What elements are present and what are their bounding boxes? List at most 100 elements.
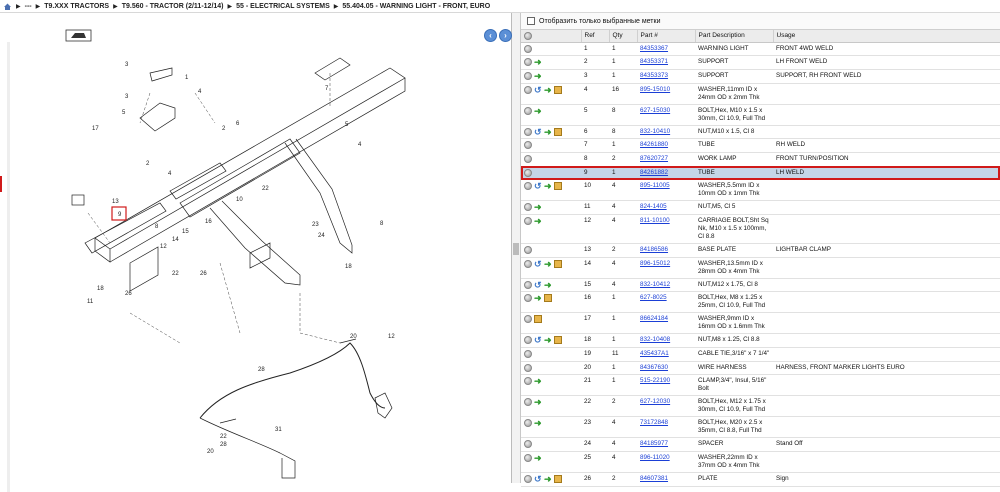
table-row[interactable]: ➜ 12 4 811-10100 CARRIAGE BOLT,Sht Sq Nk, M1… [521, 214, 1000, 244]
table-row[interactable]: ↺ ➜ 10 4 895-11005 WASHER,5.5mm ID x 10mm OD … [521, 179, 1000, 202]
part-number-link[interactable]: 832-10412 [640, 281, 670, 288]
diagram-scrollbar[interactable] [7, 42, 10, 492]
select-circle-icon[interactable] [524, 127, 532, 136]
add-to-cart-arrow-icon[interactable]: ➜ [534, 453, 542, 462]
add-to-cart-arrow-icon[interactable]: ➜ [544, 85, 552, 94]
select-circle-icon[interactable] [524, 315, 532, 324]
part-number-link[interactable]: 896-11020 [640, 454, 670, 461]
part-number-link[interactable]: 895-15010 [640, 86, 670, 93]
part-number-link[interactable]: 896-15012 [640, 260, 670, 267]
part-number-link[interactable]: 86624184 [640, 315, 668, 322]
part-number-link[interactable]: 84353371 [640, 58, 668, 65]
part-number-link[interactable]: 84353367 [640, 45, 668, 52]
select-circle-icon[interactable] [524, 71, 532, 80]
part-number-link[interactable]: 627-15030 [640, 107, 670, 114]
part-number-link[interactable]: 84607381 [640, 475, 668, 482]
select-circle-icon[interactable] [524, 259, 532, 268]
table-row[interactable]: ↺ ➜ 15 4 832-10412 NUT,M12 x 1.75, Cl 8 [521, 278, 1000, 293]
home-icon[interactable] [3, 2, 12, 11]
add-to-cart-arrow-icon[interactable]: ➜ [544, 127, 552, 136]
add-to-cart-arrow-icon[interactable]: ➜ [534, 419, 542, 428]
package-icon[interactable] [554, 259, 562, 268]
select-circle-icon[interactable] [524, 363, 532, 372]
part-number-link[interactable]: 895-11005 [640, 182, 670, 189]
part-number-link[interactable]: 811-10100 [640, 217, 670, 224]
add-to-cart-arrow-icon[interactable]: ➜ [544, 336, 552, 345]
table-row[interactable]: ➜ 3 1 84353373 SUPPORT SUPPORT, RH FRONT WELD [521, 69, 1000, 84]
table-row[interactable]: 1 1 84353367 WARNING LIGHT FRONT 4WD WELD [521, 42, 1000, 57]
add-to-cart-arrow-icon[interactable]: ➜ [534, 294, 542, 303]
circle-icon[interactable] [524, 31, 532, 40]
table-row[interactable]: ➜ 23 4 73172848 BOLT,Hex, M20 x 2.5 x 35mm, … [521, 416, 1000, 439]
package-icon[interactable] [554, 85, 562, 94]
add-to-cart-arrow-icon[interactable]: ➜ [534, 377, 542, 386]
table-row[interactable]: ➜ 22 2 627-12030 BOLT,Hex, M12 x 1.75 x 30mm… [521, 395, 1000, 418]
table-row[interactable]: ↺ ➜ 18 1 832-10408 NUT,M8 x 1.25, Cl 8.8 [521, 333, 1000, 348]
table-row[interactable]: ↺ ➜ 6 8 832-10410 NUT,M10 x 1.5, Cl 8 [521, 125, 1000, 140]
table-row[interactable]: ↺ ➜ 14 4 896-15012 WASHER,13.5mm ID x 28mm OD… [521, 257, 1000, 279]
select-circle-icon[interactable] [524, 453, 532, 462]
select-circle-icon[interactable] [524, 440, 532, 449]
select-circle-icon[interactable] [524, 168, 532, 177]
part-number-link[interactable]: 627-12030 [640, 398, 670, 405]
table-row[interactable]: ➜ 5 8 627-15030 BOLT,Hex, M10 x 1.5 x 30mm, … [521, 104, 1000, 126]
header-usage[interactable]: Usage [773, 30, 1000, 43]
part-number-link[interactable]: 84261880 [640, 141, 668, 148]
select-circle-icon[interactable] [524, 349, 532, 358]
add-to-cart-arrow-icon[interactable]: ➜ [544, 474, 552, 483]
add-to-cart-arrow-icon[interactable]: ➜ [534, 58, 542, 67]
replacement-icon[interactable]: ↺ [534, 259, 542, 268]
part-number-link[interactable]: 627-8025 [640, 294, 667, 301]
select-circle-icon[interactable] [524, 106, 532, 115]
add-to-cart-arrow-icon[interactable]: ➜ [544, 259, 552, 268]
table-row[interactable]: 13 2 84186586 BASE PLATE LIGHTBAR CLAMP [521, 243, 1000, 258]
breadcrumb-item-system[interactable]: 55 - ELECTRICAL SYSTEMS [236, 3, 330, 10]
add-to-cart-arrow-icon[interactable]: ➜ [534, 106, 542, 115]
table-row[interactable]: 20 1 84367630 WIRE HARNESS HARNESS, FRONT MA… [521, 361, 1000, 376]
replacement-icon[interactable]: ↺ [534, 474, 542, 483]
splitter-grip-icon[interactable] [513, 243, 519, 255]
part-number-link[interactable]: 84353373 [640, 72, 668, 79]
add-to-cart-arrow-icon[interactable]: ➜ [534, 216, 542, 225]
add-to-cart-arrow-icon[interactable]: ➜ [534, 203, 542, 212]
table-row[interactable]: ↺ ➜ 26 2 84607381 PLATE Sign [521, 472, 1000, 487]
replacement-icon[interactable]: ↺ [534, 182, 542, 191]
part-number-link[interactable]: 84261882 [640, 169, 668, 176]
part-number-link[interactable]: 832-10410 [640, 128, 670, 135]
replacement-icon[interactable]: ↺ [534, 85, 542, 94]
header-part[interactable]: Part # [637, 30, 696, 43]
package-icon[interactable] [554, 336, 562, 345]
add-to-cart-arrow-icon[interactable]: ➜ [544, 280, 552, 289]
header-ref[interactable]: Ref [581, 30, 610, 43]
part-number-link[interactable]: 73172848 [640, 419, 668, 426]
package-icon[interactable] [544, 294, 552, 303]
part-number-link[interactable]: 824-1405 [640, 203, 667, 210]
table-row[interactable]: 17 1 86624184 WASHER,9mm ID x 16mm OD x 1.6… [521, 312, 1000, 335]
package-icon[interactable] [554, 127, 562, 136]
select-circle-icon[interactable] [524, 203, 532, 212]
part-number-link[interactable]: 84367630 [640, 364, 668, 371]
package-icon[interactable] [534, 315, 542, 324]
show-selected-checkbox[interactable] [527, 17, 535, 25]
select-circle-icon[interactable] [524, 245, 532, 254]
select-circle-icon[interactable] [524, 216, 532, 225]
select-circle-icon[interactable] [524, 280, 532, 289]
breadcrumb-item-series[interactable]: T9.XXX TRACTORS [44, 3, 109, 10]
select-circle-icon[interactable] [524, 419, 532, 428]
add-to-cart-arrow-icon[interactable]: ➜ [544, 182, 552, 191]
table-row[interactable]: 7 1 84261880 TUBE RH WELD [521, 138, 1000, 153]
select-circle-icon[interactable] [524, 154, 532, 163]
table-row[interactable]: 24 4 84185977 SPACER Stand Off [521, 437, 1000, 452]
table-row[interactable]: ➜ 11 4 824-1405 NUT,M5, Cl 5 [521, 200, 1000, 215]
part-number-link[interactable]: 515-22190 [640, 377, 670, 384]
select-circle-icon[interactable] [524, 294, 532, 303]
replacement-icon[interactable]: ↺ [534, 127, 542, 136]
select-circle-icon[interactable] [524, 398, 532, 407]
previous-page-button[interactable]: ‹ [484, 29, 497, 42]
table-row[interactable]: ↺ ➜ 4 16 895-15010 WASHER,11mm ID x 24mm OD x… [521, 83, 1000, 105]
part-number-link[interactable]: 84185977 [640, 440, 668, 447]
select-circle-icon[interactable] [524, 377, 532, 386]
breadcrumb-item-root[interactable]: --- [25, 3, 32, 10]
package-icon[interactable] [554, 474, 562, 483]
package-icon[interactable] [554, 182, 562, 191]
